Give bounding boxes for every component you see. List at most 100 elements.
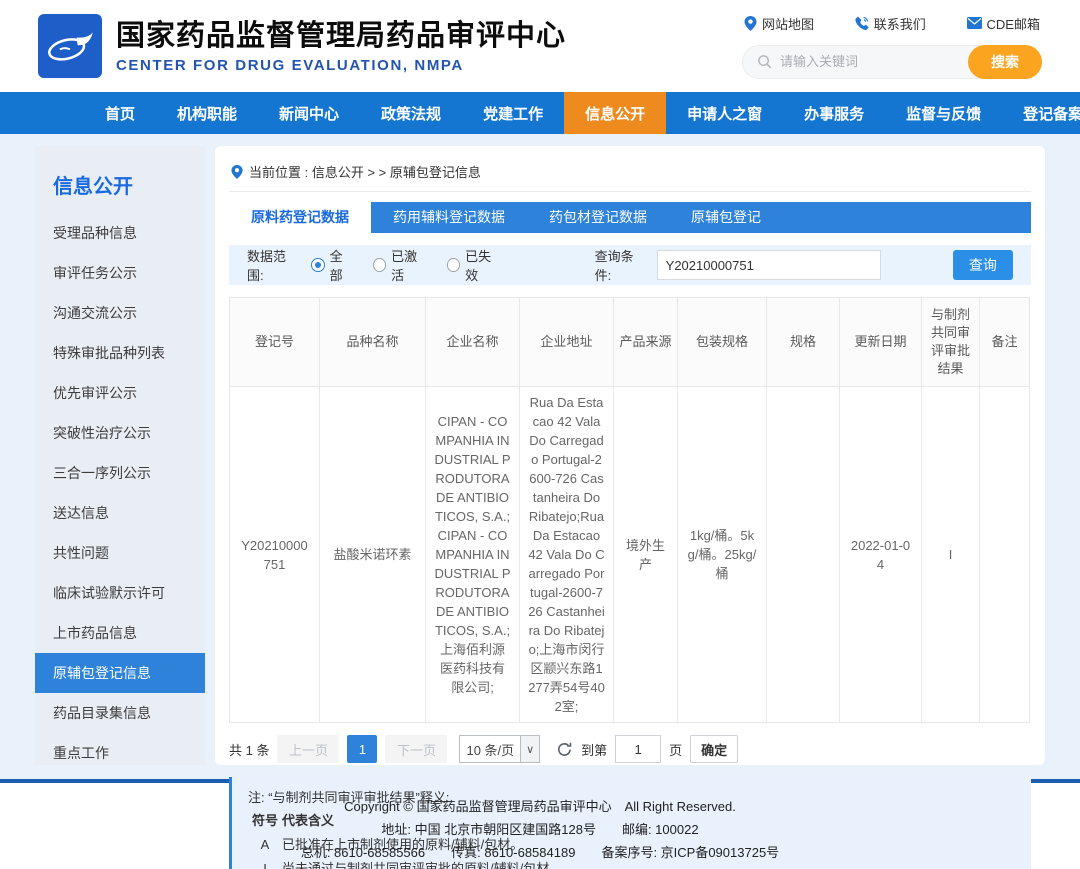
magnifier-icon [757, 54, 772, 69]
note-symbol-header: 符号 [248, 809, 282, 833]
pagination: 共 1 条 上一页 1 下一页 10 条/页 ∨ 到第 页 确定 [229, 735, 1031, 763]
query-button[interactable]: 查询 [953, 250, 1013, 280]
nav-item-info-disclosure[interactable]: 信息公开 [564, 92, 666, 134]
cde-logo-icon [38, 14, 102, 78]
envelope-icon [967, 17, 982, 29]
scope-label: 数据范围: [247, 246, 301, 284]
sidebar-item-common-issues[interactable]: 共性问题 [35, 533, 205, 573]
site-map-label: 网站地图 [762, 14, 814, 33]
radio-all-icon[interactable] [311, 258, 325, 272]
sidebar-item-communication[interactable]: 沟通交流公示 [35, 293, 205, 333]
site-map-link[interactable]: 网站地图 [744, 14, 814, 33]
tab-packaging-registration-data[interactable]: 药包材登记数据 [527, 202, 669, 233]
col-variety-name: 品种名称 [320, 298, 426, 387]
col-company-address: 企业地址 [520, 298, 614, 387]
cell-variety-name: 盐酸米诺环素 [320, 387, 426, 723]
cde-mail-link[interactable]: CDE邮箱 [967, 14, 1040, 33]
radio-expired-label: 已失效 [465, 246, 503, 284]
quick-links: 网站地图 联系我们 CDE邮箱 [742, 14, 1042, 33]
note-meaning-header: 代表含义 [282, 809, 334, 833]
confirm-button[interactable]: 确定 [690, 735, 738, 763]
contact-link[interactable]: 联系我们 [855, 14, 926, 33]
col-joint-review-result: 与制剂共同审评审批结果 [922, 298, 980, 387]
sidebar-title: 信息公开 [35, 162, 205, 213]
col-spec: 规格 [767, 298, 840, 387]
nav-item-home[interactable]: 首页 [84, 92, 156, 134]
main-panel: 当前位置 : 信息公开 > > 原辅包登记信息 原料药登记数据 药用辅料登记数据… [215, 146, 1045, 765]
chevron-down-icon: ∨ [520, 736, 539, 762]
cell-packaging-spec: 1kg/桶。5kg/桶。25kg/桶 [678, 387, 767, 723]
prev-page-button[interactable]: 上一页 [277, 735, 339, 763]
col-update-date: 更新日期 [840, 298, 922, 387]
nav-item-functions[interactable]: 机构职能 [156, 92, 258, 134]
sidebar-item-review-tasks[interactable]: 审评任务公示 [35, 253, 205, 293]
tab-apiexcipient-registration[interactable]: 原辅包登记 [669, 202, 783, 233]
tab-excipient-registration-data[interactable]: 药用辅料登记数据 [371, 202, 527, 233]
page-number-button[interactable]: 1 [347, 735, 377, 763]
nav-item-party[interactable]: 党建工作 [462, 92, 564, 134]
sidebar-item-breakthrough-therapy[interactable]: 突破性治疗公示 [35, 413, 205, 453]
search-bar: 搜索 [742, 45, 1042, 79]
nav-item-registration-platform[interactable]: 登记备案平台 [1002, 92, 1080, 134]
nav-item-applicant[interactable]: 申请人之窗 [666, 92, 783, 134]
sidebar-item-key-work[interactable]: 重点工作 [35, 733, 205, 773]
radio-activated[interactable]: 已激活 [373, 246, 429, 284]
cell-spec [767, 387, 840, 723]
radio-all-label: 全部 [330, 246, 355, 284]
sidebar-item-delivery-info[interactable]: 送达信息 [35, 493, 205, 533]
site-header: 国家药品监督管理局药品审评中心 CENTER FOR DRUG EVALUATI… [0, 0, 1080, 92]
goto-label: 到第 [581, 740, 607, 759]
cell-joint-review-result: I [922, 387, 980, 723]
tab-api-registration-data[interactable]: 原料药登记数据 [229, 202, 371, 233]
sidebar-item-clinical-trial-license[interactable]: 临床试验默示许可 [35, 573, 205, 613]
query-label: 查询条件: [595, 246, 649, 284]
location-pin-icon [744, 16, 757, 31]
site-subtitle: CENTER FOR DRUG EVALUATION, NMPA [116, 57, 566, 74]
cell-remark [980, 387, 1030, 723]
cell-company-address: Rua Da Estacao 42 Vala Do Carregado Port… [520, 387, 614, 723]
next-page-button[interactable]: 下一页 [385, 735, 447, 763]
page-size-select[interactable]: 10 条/页 ∨ [459, 735, 540, 763]
radio-expired-icon[interactable] [447, 258, 461, 272]
table-row: Y20210000751 盐酸米诺环素 CIPAN - COMPANHIA IN… [230, 387, 1030, 723]
sidebar-item-special-approval[interactable]: 特殊审批品种列表 [35, 333, 205, 373]
sidebar-item-drug-catalog[interactable]: 药品目录集信息 [35, 693, 205, 733]
radio-all[interactable]: 全部 [311, 246, 354, 284]
sidebar-item-accepted-varieties[interactable]: 受理品种信息 [35, 213, 205, 253]
contact-label: 联系我们 [874, 14, 926, 33]
nav-item-supervision[interactable]: 监督与反馈 [885, 92, 1002, 134]
table-header-row: 登记号 品种名称 企业名称 企业地址 产品来源 包装规格 规格 更新日期 与制剂… [230, 298, 1030, 387]
sidebar-item-marketed-drugs[interactable]: 上市药品信息 [35, 613, 205, 653]
refresh-button[interactable] [556, 741, 573, 758]
col-product-origin: 产品来源 [614, 298, 678, 387]
content-area: 信息公开 受理品种信息 审评任务公示 沟通交流公示 特殊审批品种列表 优先审评公… [0, 134, 1080, 779]
nav-item-services[interactable]: 办事服务 [783, 92, 885, 134]
sidebar-item-apiexcipient-registration[interactable]: 原辅包登记信息 [35, 653, 205, 693]
phone-icon [855, 16, 869, 30]
radio-activated-label: 已激活 [391, 246, 429, 284]
total-count: 共 1 条 [229, 740, 269, 759]
cell-company-name: CIPAN - COMPANHIA INDUSTRIAL PRODUTORA D… [426, 387, 520, 723]
search-input[interactable] [780, 54, 940, 69]
radio-activated-icon[interactable] [373, 258, 387, 272]
nav-item-news[interactable]: 新闻中心 [258, 92, 360, 134]
col-remark: 备注 [980, 298, 1030, 387]
sidebar: 信息公开 受理品种信息 审评任务公示 沟通交流公示 特殊审批品种列表 优先审评公… [35, 146, 205, 765]
cde-mail-label: CDE邮箱 [987, 14, 1040, 33]
cell-update-date: 2022-01-04 [840, 387, 922, 723]
goto-page-input[interactable] [615, 735, 661, 763]
radio-expired[interactable]: 已失效 [447, 246, 503, 284]
refresh-icon [556, 741, 573, 758]
registration-table: 登记号 品种名称 企业名称 企业地址 产品来源 包装规格 规格 更新日期 与制剂… [229, 297, 1030, 723]
cell-registration-no: Y20210000751 [230, 387, 320, 723]
tab-bar: 原料药登记数据 药用辅料登记数据 药包材登记数据 原辅包登记 [229, 202, 1031, 233]
sidebar-item-priority-review[interactable]: 优先审评公示 [35, 373, 205, 413]
brand-block: 国家药品监督管理局药品审评中心 CENTER FOR DRUG EVALUATI… [116, 19, 566, 74]
page-size-value: 10 条/页 [460, 740, 520, 759]
site-title: 国家药品监督管理局药品审评中心 [116, 19, 566, 53]
nav-item-policy[interactable]: 政策法规 [360, 92, 462, 134]
col-packaging-spec: 包装规格 [678, 298, 767, 387]
query-input[interactable] [657, 250, 881, 280]
search-button[interactable]: 搜索 [968, 45, 1042, 79]
sidebar-item-three-in-one[interactable]: 三合一序列公示 [35, 453, 205, 493]
